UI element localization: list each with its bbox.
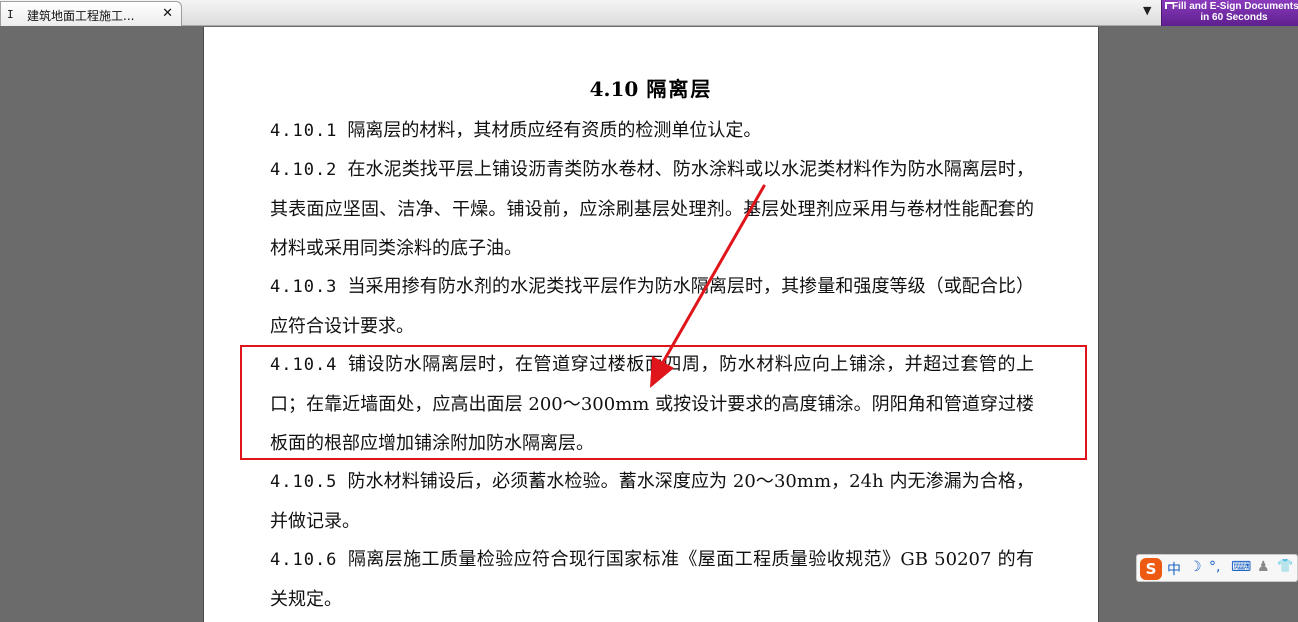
promo-line-1: Fill and E-Sign Documents — [1172, 1, 1298, 12]
clause-paragraph: 4.10.2 在水泥类找平层上铺设沥青类防水卷材、防水涂料或以水泥类材料作为防水隔… — [270, 150, 1034, 268]
clause-text: 隔离层施工质量检验应符合现行国家标准《屋面工程质量验收规范》GB 50207 的… — [270, 549, 1034, 610]
clause-number: 4.10.5 — [270, 472, 338, 492]
close-icon[interactable]: ✕ — [162, 6, 173, 21]
clause-paragraph-highlighted: 4.10.4 铺设防水隔离层时，在管道穿过楼板面四周，防水材料应向上铺涂，并超过套… — [270, 345, 1034, 463]
clause-text: 隔离层的材料，其材质应经有资质的检测单位认定。 — [347, 120, 762, 141]
ime-toolbar: S 中 ☽ °, ⌨ ♟ 👕 — [1136, 554, 1298, 582]
flag-icon — [1165, 2, 1173, 9]
document-icon: I — [7, 8, 14, 21]
clause-paragraph: 4.10.3 当采用掺有防水剂的水泥类找平层作为防水隔离层时，其掺量和强度等级（或… — [270, 267, 1034, 346]
section-heading: 4.10 隔离层 — [204, 73, 1098, 102]
clause-number: 4.10.4 — [270, 355, 338, 375]
clause-number: 4.10.1 — [270, 121, 338, 141]
sogou-logo-icon[interactable]: S — [1140, 558, 1162, 580]
promo-line-2: in 60 Seconds — [1200, 12, 1268, 23]
promo-banner[interactable]: Fill and E-Sign Documents in 60 Seconds — [1161, 0, 1298, 26]
punctuation-button[interactable]: °, — [1209, 559, 1220, 575]
clause-number: 4.10.3 — [270, 277, 338, 297]
clause-text: 防水材料铺设后，必须蓄水检验。蓄水深度应为 20～30mm，24h 内无渗漏为合… — [270, 471, 1034, 532]
user-icon[interactable]: ♟ — [1257, 559, 1270, 575]
section-number: 4.10 — [589, 77, 639, 101]
clause-paragraph: 4.10.5 防水材料铺设后，必须蓄水检验。蓄水深度应为 20～30mm，24h … — [270, 462, 1034, 541]
clause-text: 当采用掺有防水剂的水泥类找平层作为防水隔离层时，其掺量和强度等级（或配合比）应符… — [270, 276, 1034, 337]
clause-number: 4.10.2 — [270, 160, 338, 180]
document-tab[interactable]: I 建筑地面工程施工... ✕ — [0, 1, 182, 26]
keyboard-icon[interactable]: ⌨ — [1231, 559, 1251, 575]
skin-shirt-icon[interactable]: 👕 — [1277, 559, 1293, 574]
clause-number: 4.10.6 — [270, 550, 338, 570]
clause-text: 铺设防水隔离层时，在管道穿过楼板面四周，防水材料应向上铺涂，并超过套管的上口；在… — [270, 354, 1034, 454]
chinese-mode-button[interactable]: 中 — [1167, 559, 1181, 579]
tab-bar: I 建筑地面工程施工... ✕ ▼ Fill and E-Sign Docume… — [0, 0, 1298, 26]
section-title: 隔离层 — [646, 77, 713, 101]
document-page: 4.10 隔离层 4.10.1 隔离层的材料，其材质应经有资质的检测单位认定。 4.… — [203, 27, 1099, 622]
moon-icon[interactable]: ☽ — [1189, 559, 1202, 575]
clause-paragraph: 4.10.6 隔离层施工质量检验应符合现行国家标准《屋面工程质量验收规范》GB 5… — [270, 540, 1034, 619]
tab-title: 建筑地面工程施工... — [27, 9, 135, 23]
clause-paragraph: 4.10.1 隔离层的材料，其材质应经有资质的检测单位认定。 — [270, 111, 1034, 151]
tab-list-dropdown-icon[interactable]: ▼ — [1143, 4, 1151, 17]
clause-text: 在水泥类找平层上铺设沥青类防水卷材、防水涂料或以水泥类材料作为防水隔离层时，其表… — [270, 159, 1034, 259]
